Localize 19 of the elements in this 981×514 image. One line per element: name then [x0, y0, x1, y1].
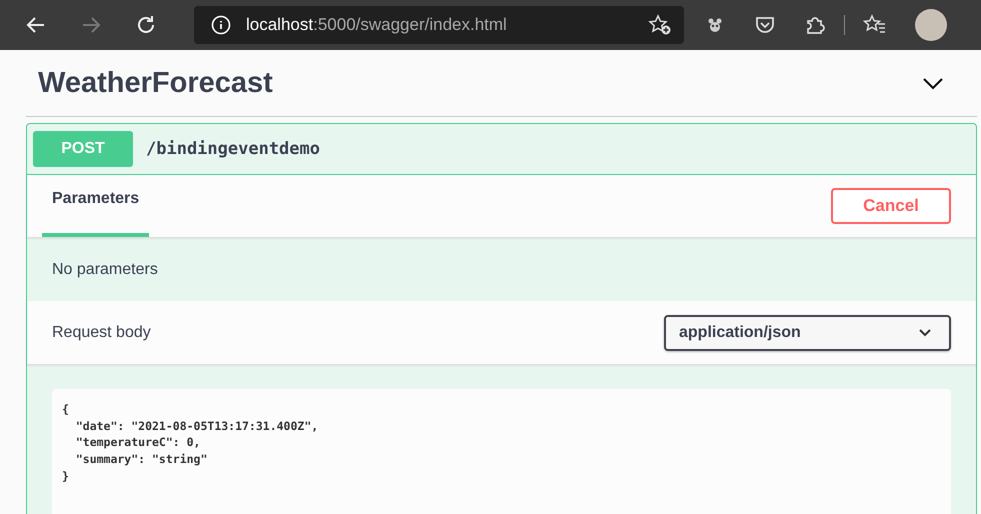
url-host: localhost	[246, 15, 314, 34]
content-type-select[interactable]: application/json	[664, 314, 951, 350]
section-title[interactable]: WeatherForecast	[38, 66, 273, 100]
add-favorite-icon[interactable]	[648, 14, 672, 36]
profile-avatar[interactable]	[915, 9, 947, 41]
no-parameters-text: No parameters	[52, 260, 158, 278]
request-body-label: Request body	[52, 324, 151, 342]
caret-icon	[919, 328, 931, 336]
address-bar[interactable]: localhost:5000/swagger/index.html	[194, 6, 684, 44]
operation-path: /bindingeventdemo	[146, 139, 320, 159]
pocket-icon[interactable]	[754, 14, 776, 36]
refresh-icon[interactable]	[135, 14, 157, 36]
parameters-tab[interactable]: Parameters	[42, 179, 150, 237]
method-badge: POST	[33, 131, 133, 167]
puzzle-icon[interactable]	[804, 14, 826, 36]
info-icon[interactable]	[211, 15, 231, 35]
url-path: :5000/swagger/index.html	[313, 15, 507, 34]
favorites-icon[interactable]	[863, 14, 887, 36]
request-body-editor[interactable]: { "date": "2021-08-05T13:17:31.400Z", "temperatureC": 0, "summary": "string" }	[52, 389, 951, 514]
